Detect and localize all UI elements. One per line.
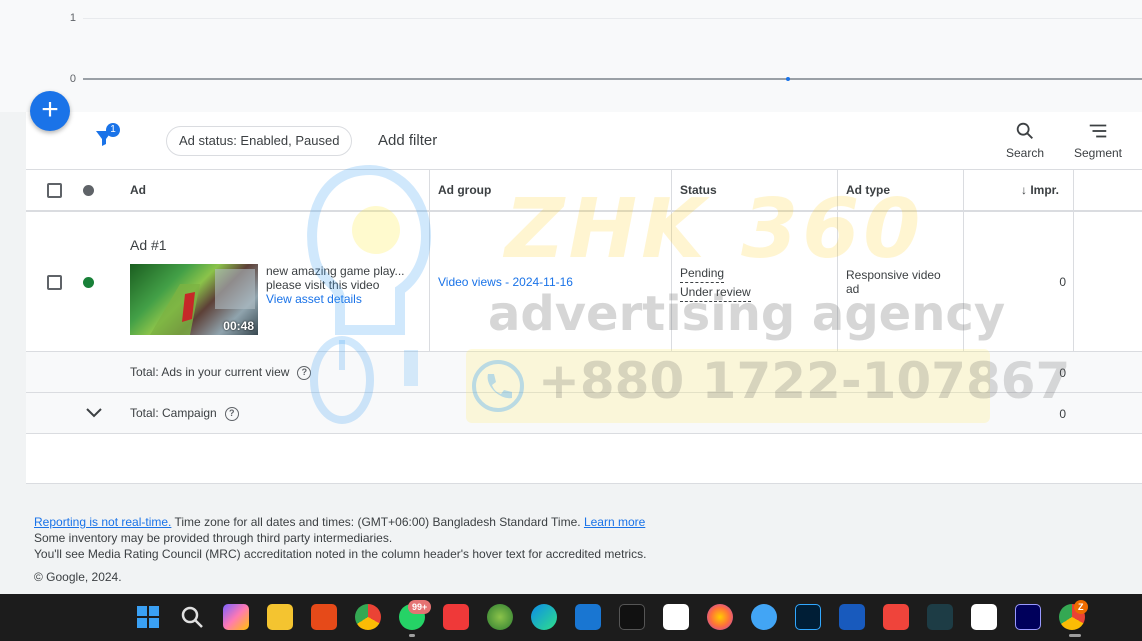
status-under-review[interactable]: Under review [680,283,751,302]
chevron-down-icon[interactable] [84,405,104,421]
timezone-text: Time zone for all dates and times: (GMT+… [171,515,584,529]
y-tick-label: 1 [69,12,76,24]
chrome-profile-badge: Z [1074,600,1088,614]
filmora-icon[interactable] [927,604,953,630]
search-label: Search [1005,146,1045,160]
footer-line-2: Some inventory may be provided through t… [34,531,393,545]
footer-line-1: Reporting is not real-time. Time zone fo… [34,514,646,530]
windows-icon [137,606,159,628]
ad-description-line: please visit this video [266,278,380,292]
ad-description: new amazing game play... please visit th… [266,264,411,306]
word-icon[interactable] [839,604,865,630]
table-header: Ad Ad group Status Ad type ↓ Impr. [26,170,1142,212]
footer-notes: Reporting is not real-time. Time zone fo… [34,514,646,562]
microsoft-store-icon[interactable] [575,604,601,630]
video-duration: 00:48 [223,319,254,333]
chart-data-point[interactable] [786,77,790,81]
ad-headline: new amazing game play... [266,264,405,278]
capcut-icon[interactable] [971,604,997,630]
sort-down-icon: ↓ [1021,183,1027,197]
column-header-ad[interactable]: Ad [130,183,146,197]
y-tick-label: 0 [69,73,76,85]
enabled-status-dot[interactable] [83,277,94,288]
total-campaign-label: Total: Campaign? [130,406,239,421]
total-current-view-impr: 0 [1059,366,1066,380]
total-current-view-row: Total: Ads in your current view? 0 [26,352,1142,393]
edge-icon[interactable] [531,604,557,630]
row-checkbox[interactable] [47,275,62,290]
file-explorer-icon[interactable] [267,604,293,630]
ad-title: Ad #1 [130,237,167,253]
reporting-not-realtime-link[interactable]: Reporting is not real-time. [34,515,171,529]
capcut-icon[interactable] [663,604,689,630]
create-button[interactable]: + [30,91,70,131]
ad-status: Pending Under review [680,264,751,302]
chart-gridline [83,18,1142,19]
taskbar-search-button[interactable] [179,604,205,630]
impr-value: 0 [1059,275,1066,289]
ads-table-card: 1 Ad status: Enabled, Paused Add filter … [26,112,1142,484]
search-button[interactable]: Search [1004,120,1046,160]
status-pending[interactable]: Pending [680,264,725,283]
help-icon[interactable]: ? [224,406,239,421]
performance-chart: 1 0 [0,0,1142,112]
video-thumbnail[interactable]: 00:48 [130,264,258,335]
column-header-ad-group[interactable]: Ad group [438,183,491,197]
total-label-text: Total: Campaign [130,406,217,420]
running-indicator [1069,634,1081,637]
whatsapp-notification-badge: 99+ [408,600,432,614]
column-header-status[interactable]: Status [680,183,717,197]
help-icon[interactable]: ? [297,365,312,380]
ad-type-value: Responsive video ad [846,268,941,296]
copilot-icon[interactable] [223,604,249,630]
firefox-icon[interactable] [707,604,733,630]
ad-group-link[interactable]: Video views - 2024-11-16 [438,275,573,289]
premiere-icon[interactable] [1015,604,1041,630]
windows-taskbar: 99+ Z [0,594,1142,641]
total-current-view-label: Total: Ads in your current view? [130,365,312,380]
status-column-icon[interactable] [83,185,94,196]
vivaldi-icon[interactable] [443,604,469,630]
running-indicator [409,634,415,637]
column-header-impr-label: Impr. [1030,183,1060,197]
chart-series-line [83,78,1142,80]
learn-more-link[interactable]: Learn more [584,515,645,529]
segment-label: Segment [1073,146,1123,160]
table-toolbar: 1 Ad status: Enabled, Paused Add filter … [26,112,1142,170]
total-campaign-row: Total: Campaign? 0 [26,393,1142,434]
filter-count-badge: 1 [106,123,120,137]
start-button[interactable] [135,604,161,630]
segment-icon [1089,124,1107,138]
search-icon [181,606,203,628]
select-all-checkbox[interactable] [47,183,62,198]
footer-line-3: You'll see Media Rating Council (MRC) ac… [34,547,647,561]
anydesk-icon[interactable] [883,604,909,630]
total-campaign-impr: 0 [1059,407,1066,421]
snipping-tool-icon[interactable] [311,604,337,630]
pycharm-icon[interactable] [619,604,645,630]
ad-status-filter-chip[interactable]: Ad status: Enabled, Paused [166,126,353,156]
table-row: Ad #1 00:48 new amazing game play... ple… [26,212,1142,352]
photos-icon[interactable] [487,604,513,630]
column-header-ad-type[interactable]: Ad type [846,183,890,197]
copyright: © Google, 2024. [34,570,122,584]
column-header-impr[interactable]: ↓ Impr. [1021,183,1059,197]
view-asset-details-link[interactable]: View asset details [266,292,362,306]
photoshop-icon[interactable] [795,604,821,630]
add-filter-button[interactable]: Add filter [378,132,437,149]
chrome-icon[interactable] [355,604,381,630]
search-icon [1016,122,1033,139]
total-label-text: Total: Ads in your current view [130,365,290,379]
segment-button[interactable]: Segment [1070,120,1126,160]
sync-app-icon[interactable] [751,604,777,630]
